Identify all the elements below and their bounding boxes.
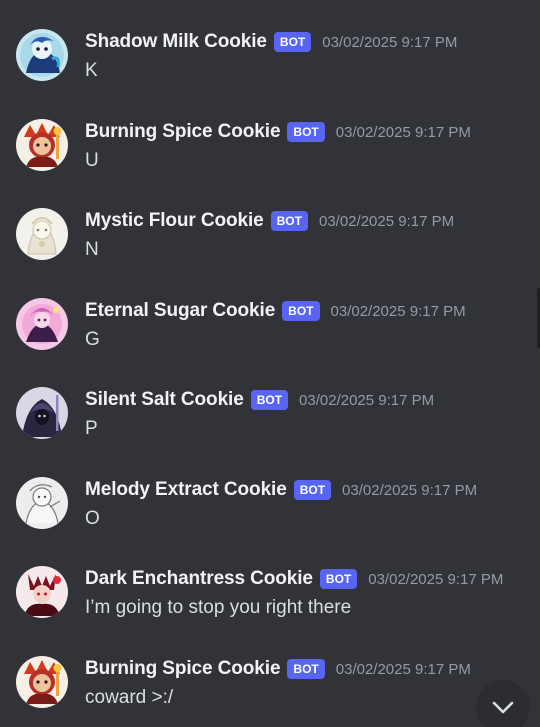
message-header: Melody Extract Cookie BOT 03/02/2025 9:1… (85, 477, 477, 503)
timestamp: 03/02/2025 9:17 PM (342, 481, 478, 499)
message-content: U (85, 150, 99, 171)
username[interactable]: Melody Extract Cookie (85, 479, 287, 501)
message-header: Burning Spice Cookie BOT 03/02/2025 9:17… (85, 119, 471, 145)
avatar-burning-spice-cookie[interactable] (16, 119, 68, 171)
bot-tag: BOT (287, 122, 325, 142)
avatar-burning-spice-cookie[interactable] (16, 656, 68, 708)
chat-message-list[interactable]: Shadow Milk Cookie BOT 03/02/2025 9:17 P… (0, 0, 540, 727)
timestamp: 03/02/2025 9:17 PM (318, 212, 455, 230)
avatar-silent-salt-cookie[interactable] (16, 387, 68, 439)
message-content: coward >:/ (85, 687, 174, 708)
bot-tag: BOT (250, 390, 289, 410)
jump-to-present-button[interactable] (476, 680, 530, 727)
message-item[interactable]: Silent Salt Cookie BOT 03/02/2025 9:17 P… (0, 387, 540, 467)
bot-tag: BOT (293, 480, 332, 500)
message-content: K (85, 60, 98, 81)
message-content: O (85, 508, 100, 529)
username[interactable]: Silent Salt Cookie (85, 389, 244, 411)
message-header: Mystic Flour Cookie BOT 03/02/2025 9:17 … (85, 208, 454, 234)
bot-tag: BOT (270, 211, 308, 231)
username[interactable]: Eternal Sugar Cookie (85, 300, 275, 322)
username[interactable]: Burning Spice Cookie (85, 121, 281, 143)
timestamp: 03/02/2025 9:17 PM (335, 123, 471, 141)
message-header: Shadow Milk Cookie BOT 03/02/2025 9:17 P… (85, 29, 457, 55)
message-item[interactable]: Burning Spice Cookie BOT 03/02/2025 9:17… (0, 119, 540, 199)
bot-tag: BOT (282, 301, 320, 321)
bot-tag: BOT (287, 659, 325, 679)
avatar-dark-enchantress-cookie[interactable] (16, 566, 68, 618)
bot-tag: BOT (319, 569, 358, 589)
message-item[interactable]: Shadow Milk Cookie BOT 03/02/2025 9:17 P… (0, 29, 540, 109)
chevron-down-icon (492, 701, 514, 714)
timestamp: 03/02/2025 9:17 PM (335, 660, 471, 678)
message-header: Eternal Sugar Cookie BOT 03/02/2025 9:17… (85, 298, 466, 324)
timestamp: 03/02/2025 9:17 PM (368, 570, 504, 588)
timestamp: 03/02/2025 9:17 PM (322, 33, 458, 51)
avatar-melody-extract-cookie[interactable] (16, 477, 68, 529)
message-item[interactable]: Dark Enchantress Cookie BOT 03/02/2025 9… (0, 566, 540, 646)
message-content: I’m going to stop you right there (85, 597, 352, 618)
message-item[interactable]: Eternal Sugar Cookie BOT 03/02/2025 9:17… (0, 298, 540, 378)
avatar-mystic-flour-cookie[interactable] (16, 208, 68, 260)
message-content: P (85, 418, 98, 439)
username[interactable]: Burning Spice Cookie (85, 658, 281, 680)
username[interactable]: Dark Enchantress Cookie (85, 568, 313, 590)
message-item[interactable]: Burning Spice Cookie BOT 03/02/2025 9:17… (0, 656, 540, 727)
message-item[interactable]: Mystic Flour Cookie BOT 03/02/2025 9:17 … (0, 208, 540, 288)
username[interactable]: Shadow Milk Cookie (85, 31, 267, 53)
message-item[interactable]: Melody Extract Cookie BOT 03/02/2025 9:1… (0, 477, 540, 557)
bot-tag: BOT (273, 32, 312, 52)
message-header: Dark Enchantress Cookie BOT 03/02/2025 9… (85, 566, 503, 592)
timestamp: 03/02/2025 9:17 PM (330, 302, 466, 320)
message-content: G (85, 329, 100, 350)
username[interactable]: Mystic Flour Cookie (85, 210, 264, 232)
avatar-shadow-milk-cookie[interactable] (16, 29, 68, 81)
message-content: N (85, 239, 99, 260)
message-header: Silent Salt Cookie BOT 03/02/2025 9:17 P… (85, 387, 434, 413)
message-header: Burning Spice Cookie BOT 03/02/2025 9:17… (85, 656, 471, 682)
timestamp: 03/02/2025 9:17 PM (299, 391, 435, 409)
avatar-eternal-sugar-cookie[interactable] (16, 298, 68, 350)
